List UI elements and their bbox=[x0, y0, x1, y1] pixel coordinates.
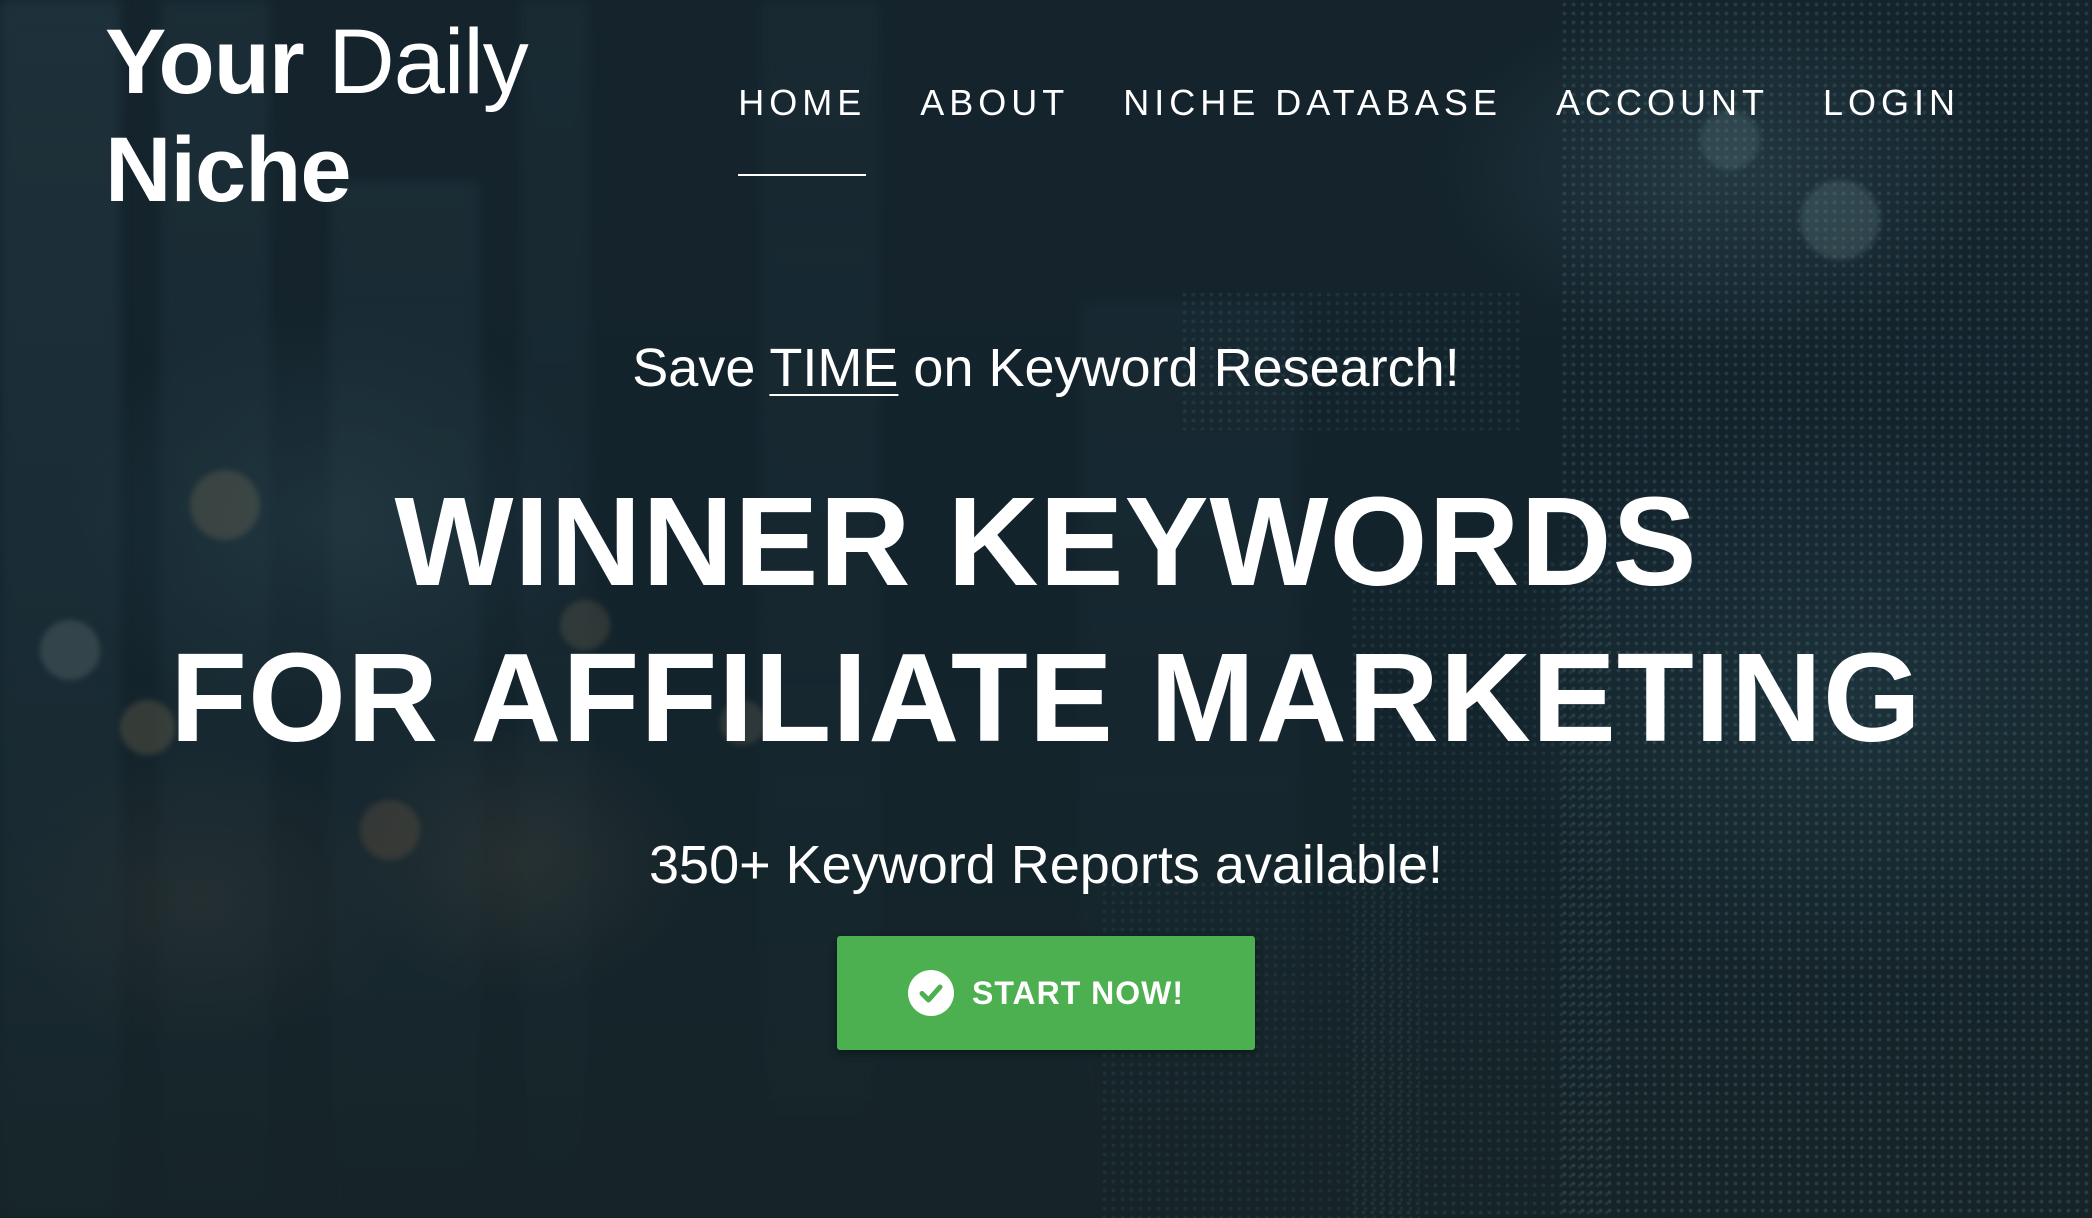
hero-section: Your Daily Niche HOME ABOUT NICHE DATABA… bbox=[0, 0, 2092, 1218]
logo-line-1: Your Daily bbox=[105, 8, 529, 116]
headline-line-2: FOR AFFILIATE MARKETING bbox=[170, 627, 1922, 768]
hero-tagline: Save TIME on Keyword Research! bbox=[0, 330, 2092, 406]
start-now-button[interactable]: START NOW! bbox=[837, 936, 1255, 1050]
check-circle-icon bbox=[907, 970, 954, 1016]
nav-item-home[interactable]: HOME bbox=[738, 82, 867, 176]
hero-headline: WINNER KEYWORDS FOR AFFILIATE MARKETING bbox=[0, 464, 2092, 776]
tagline-suffix: on Keyword Research! bbox=[913, 338, 1460, 398]
logo-word-niche: Niche bbox=[105, 119, 352, 221]
headline-line-1: WINNER KEYWORDS bbox=[394, 471, 1698, 612]
site-logo[interactable]: Your Daily Niche bbox=[105, 8, 529, 224]
nav-item-login[interactable]: LOGIN bbox=[1823, 82, 1960, 124]
tagline-prefix: Save bbox=[632, 338, 756, 398]
main-nav: HOME ABOUT NICHE DATABASE ACCOUNT LOGIN bbox=[738, 82, 1960, 176]
hero-subline: 350+ Keyword Reports available! bbox=[649, 835, 1443, 895]
nav-item-account[interactable]: ACCOUNT bbox=[1556, 82, 1769, 124]
logo-word-your: Your bbox=[105, 11, 305, 113]
logo-word-daily: Daily bbox=[328, 11, 528, 113]
hero-content: Save TIME on Keyword Research! WINNER KE… bbox=[0, 330, 2092, 1050]
nav-item-about[interactable]: ABOUT bbox=[920, 82, 1069, 124]
start-now-label: START NOW! bbox=[971, 974, 1185, 1011]
tagline-emphasis: TIME bbox=[769, 338, 899, 398]
nav-item-niche-database[interactable]: NICHE DATABASE bbox=[1123, 82, 1502, 124]
